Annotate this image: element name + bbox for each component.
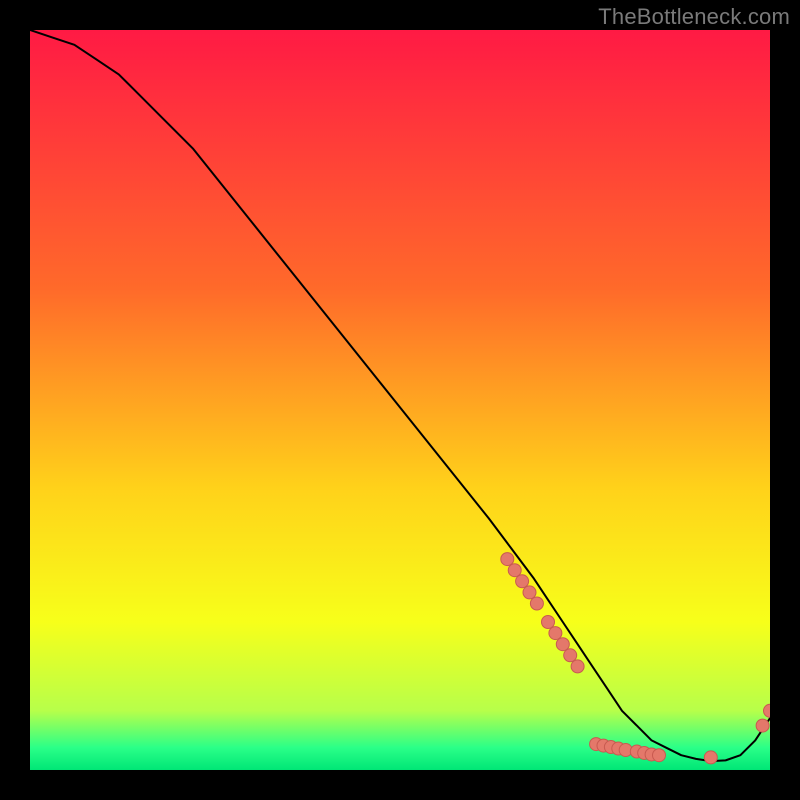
data-marker (756, 719, 769, 732)
data-marker (542, 616, 555, 629)
plot-area (30, 30, 770, 770)
watermark-text: TheBottleneck.com (598, 4, 790, 30)
data-marker (508, 564, 521, 577)
data-marker (704, 751, 717, 764)
data-marker (530, 597, 543, 610)
data-marker (571, 660, 584, 673)
chart-svg (30, 30, 770, 770)
data-marker (556, 638, 569, 651)
gradient-background (30, 30, 770, 770)
data-marker (501, 553, 514, 566)
data-marker (523, 586, 536, 599)
data-marker (516, 575, 529, 588)
data-marker (564, 649, 577, 662)
chart-frame: TheBottleneck.com (0, 0, 800, 800)
data-marker (653, 749, 666, 762)
data-marker (549, 627, 562, 640)
